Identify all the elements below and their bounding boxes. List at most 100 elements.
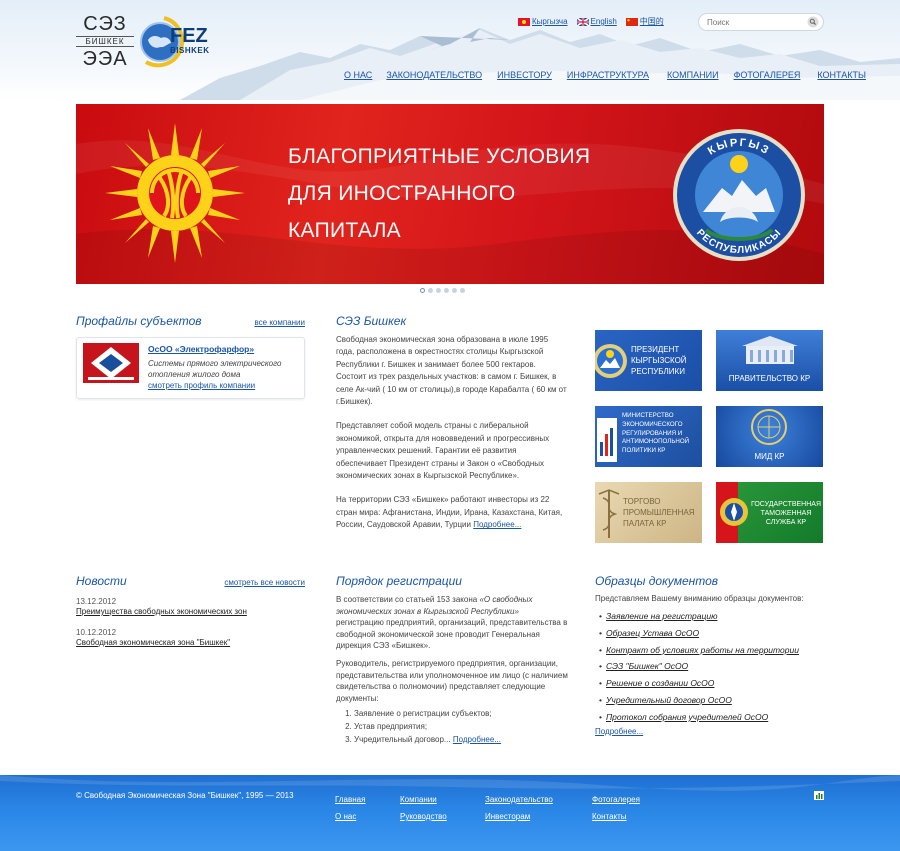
- hero-banner[interactable]: БЛАГОПРИЯТНЫЕ УСЛОВИЯ ДЛЯ ИНОСТРАННОГО К…: [76, 104, 824, 284]
- slider-dot-3[interactable]: [436, 288, 441, 293]
- flag-china-icon: [625, 17, 638, 26]
- footer-link-home[interactable]: Главная: [335, 791, 365, 808]
- copyright-text: © Свободная Экономическая Зона "Бишкек",…: [76, 791, 294, 800]
- document-link[interactable]: Протокол собрания учредителей ОсОО: [606, 712, 768, 722]
- slider-pagination: [420, 288, 465, 293]
- slider-dot-1[interactable]: [420, 288, 425, 293]
- document-item: Образец Устава ОсОО: [599, 625, 824, 642]
- registration-p1-tail: регистрацию предприятий, организаций, пр…: [336, 618, 568, 651]
- lang-english-link[interactable]: English: [576, 16, 617, 27]
- partner-president-label: ПРЕЗИДЕНТ КЫРГЫЗСКОЙ РЕСПУБЛИКИ: [631, 345, 687, 376]
- footer-link-management[interactable]: Руководство: [400, 808, 447, 825]
- document-link[interactable]: Решение о создании ОсОО: [606, 678, 714, 688]
- registration-more-link[interactable]: Подробнее...: [453, 735, 501, 744]
- news-title-link[interactable]: Преимущества свободных экономических зон: [76, 607, 305, 616]
- news-section: Новости смотреть все новости 13.12.2012 …: [76, 574, 305, 647]
- list-item: Учредительный договор... Подробнее...: [354, 734, 568, 747]
- footer-link-companies[interactable]: Компании: [400, 791, 447, 808]
- partner-president-button[interactable]: ПРЕЗИДЕНТ КЫРГЫЗСКОЙ РЕСПУБЛИКИ: [595, 330, 702, 391]
- nav-infrastructure[interactable]: Инфраструктура: [567, 70, 649, 80]
- lang-kyrgyz-link[interactable]: Кыргызча: [518, 16, 568, 27]
- news-title-link[interactable]: Свободная экономическая зона "Бишкек": [76, 638, 305, 647]
- documents-more-link[interactable]: Подробнее...: [595, 727, 824, 736]
- about-paragraph-1: Свободная экономическая зона образована …: [336, 335, 567, 407]
- partner-ministry-button[interactable]: МИНИСТЕРСТВО ЭКОНОМИЧЕСКОГО РЕГУЛИРОВАНИ…: [595, 406, 702, 467]
- nav-contacts[interactable]: Контакты: [817, 70, 866, 80]
- registration-title: Порядок регистрации: [336, 574, 462, 588]
- about-paragraph-3: На территории СЭЗ «Бишкек» работают инве…: [336, 494, 568, 531]
- company-description: Системы прямого электрического отопления…: [148, 359, 282, 379]
- footer-nav-col-2: Компании Руководство: [400, 791, 447, 825]
- partner-customs-label: ГОСУДАРСТВЕННАЯ ТАМОЖЕННАЯ СЛУЖБА КР: [750, 501, 822, 526]
- nav-investor[interactable]: Инвестору: [497, 70, 552, 80]
- flag-kyrgyzstan-icon: [518, 17, 530, 26]
- header: СЭЗ БИШКЕК ЭЭА FEZ BISHKEK Кыргызча Engl…: [0, 0, 900, 100]
- banner-headline: БЛАГОПРИЯТНЫЕ УСЛОВИЯ ДЛЯ ИНОСТРАННОГО К…: [288, 138, 590, 249]
- nav-gallery[interactable]: Фотогалерея: [734, 70, 801, 80]
- lang-chinese-label: 中国的: [639, 17, 664, 26]
- partner-mfa-label: МИД КР: [754, 452, 785, 461]
- ministry-chart-icon: [597, 418, 617, 462]
- registration-paragraph-1: В соответствии со статьей 153 закона «О …: [336, 594, 568, 652]
- footer-link-legislation[interactable]: Законодательство: [485, 791, 553, 808]
- logo-en-bottom: BISHKEK: [170, 46, 210, 55]
- logo-ru-top: СЭЗ: [83, 13, 127, 35]
- about-more-link[interactable]: Подробнее...: [473, 520, 521, 529]
- slider-dot-4[interactable]: [444, 288, 449, 293]
- site-logo[interactable]: СЭЗ БИШКЕК ЭЭА FEZ BISHKEK: [76, 14, 216, 70]
- document-item: Учредительный договор ОсОО: [599, 692, 824, 709]
- slider-dot-6[interactable]: [460, 288, 465, 293]
- main-navigation: О нас Законодательство Инвестору Инфраст…: [344, 70, 866, 80]
- partner-ministry-label: МИНИСТЕРСТВО ЭКОНОМИЧЕСКОГО РЕГУЛИРОВАНИ…: [622, 412, 690, 455]
- document-link[interactable]: Учредительный договор ОсОО: [606, 695, 732, 705]
- about-paragraph-2: Представляет собой модель страны с либер…: [336, 421, 550, 481]
- slider-dot-5[interactable]: [452, 288, 457, 293]
- search-box: [698, 13, 824, 31]
- logo-ru-bottom: ЭЭА: [82, 48, 128, 70]
- lang-chinese-link[interactable]: 中国的: [625, 16, 664, 27]
- document-link[interactable]: Заявление на регистрацию: [606, 611, 717, 621]
- search-input[interactable]: [699, 14, 799, 30]
- about-paragraph-3-text: На территории СЭЗ «Бишкек» работают инве…: [336, 495, 563, 530]
- all-companies-link[interactable]: все компании: [254, 318, 305, 327]
- list-item-text: Учредительный договор...: [354, 734, 451, 744]
- footer-nav-col-4: Фотогалерея Контакты: [592, 791, 640, 825]
- nav-about[interactable]: О нас: [344, 70, 372, 80]
- logo-russian-text: СЭЗ БИШКЕК ЭЭА: [76, 14, 134, 69]
- document-link[interactable]: Образец Устава ОсОО: [606, 628, 699, 638]
- partner-government-button[interactable]: ПРАВИТЕЛЬСТВО КР: [716, 330, 823, 391]
- mfa-emblem-icon: [751, 409, 787, 445]
- flag-uk-icon: [576, 17, 589, 26]
- liveinternet-counter-icon[interactable]: [814, 791, 824, 800]
- elektrofarfor-logo-icon[interactable]: [83, 343, 139, 383]
- partner-government-label: ПРАВИТЕЛЬСТВО КР: [728, 374, 811, 383]
- search-icon[interactable]: [807, 16, 819, 28]
- list-item: Заявление о регистрации субъектов;: [354, 708, 568, 721]
- all-news-link[interactable]: смотреть все новости: [224, 578, 305, 587]
- news-date: 10.12.2012: [76, 628, 117, 637]
- document-item: Протокол собрания учредителей ОсОО: [599, 709, 824, 726]
- partner-mfa-button[interactable]: МИД КР: [716, 406, 823, 467]
- footer-link-contacts[interactable]: Контакты: [592, 808, 640, 825]
- footer-link-investors[interactable]: Инвесторам: [485, 808, 553, 825]
- lang-kyrgyz-label: Кыргызча: [532, 17, 568, 26]
- footer-link-about[interactable]: О нас: [335, 808, 365, 825]
- company-profile-card: ОсОО «Электрофарфор» Системы прямого эле…: [76, 337, 305, 399]
- partner-chamber-button[interactable]: ТОРГОВО ПРОМЫШЛЕННАЯ ПАЛАТА КР: [595, 482, 702, 543]
- news-title: Новости: [76, 574, 127, 588]
- document-item: Заявление на регистрацию: [599, 608, 824, 625]
- document-link[interactable]: СЭЗ "Бишкек" ОсОО: [606, 661, 688, 671]
- documents-intro: Представляем Вашему вниманию образцы док…: [595, 594, 804, 603]
- footer-link-gallery[interactable]: Фотогалерея: [592, 791, 640, 808]
- company-name-link[interactable]: ОсОО «Электрофарфор»: [148, 344, 254, 354]
- government-building-icon: [742, 336, 798, 364]
- slider-dot-2[interactable]: [428, 288, 433, 293]
- nav-legislation[interactable]: Законодательство: [386, 70, 482, 80]
- nav-companies[interactable]: Компании: [667, 70, 719, 80]
- partner-customs-button[interactable]: ГОСУДАРСТВЕННАЯ ТАМОЖЕННАЯ СЛУЖБА КР: [716, 482, 823, 543]
- document-link[interactable]: Контракт об условиях работы на территори…: [606, 645, 799, 655]
- lang-english-label: English: [590, 17, 617, 26]
- chamber-caduceus-icon: [598, 489, 620, 538]
- documents-title: Образцы документов: [595, 574, 719, 588]
- company-profile-link[interactable]: смотреть профиль компании: [148, 381, 255, 390]
